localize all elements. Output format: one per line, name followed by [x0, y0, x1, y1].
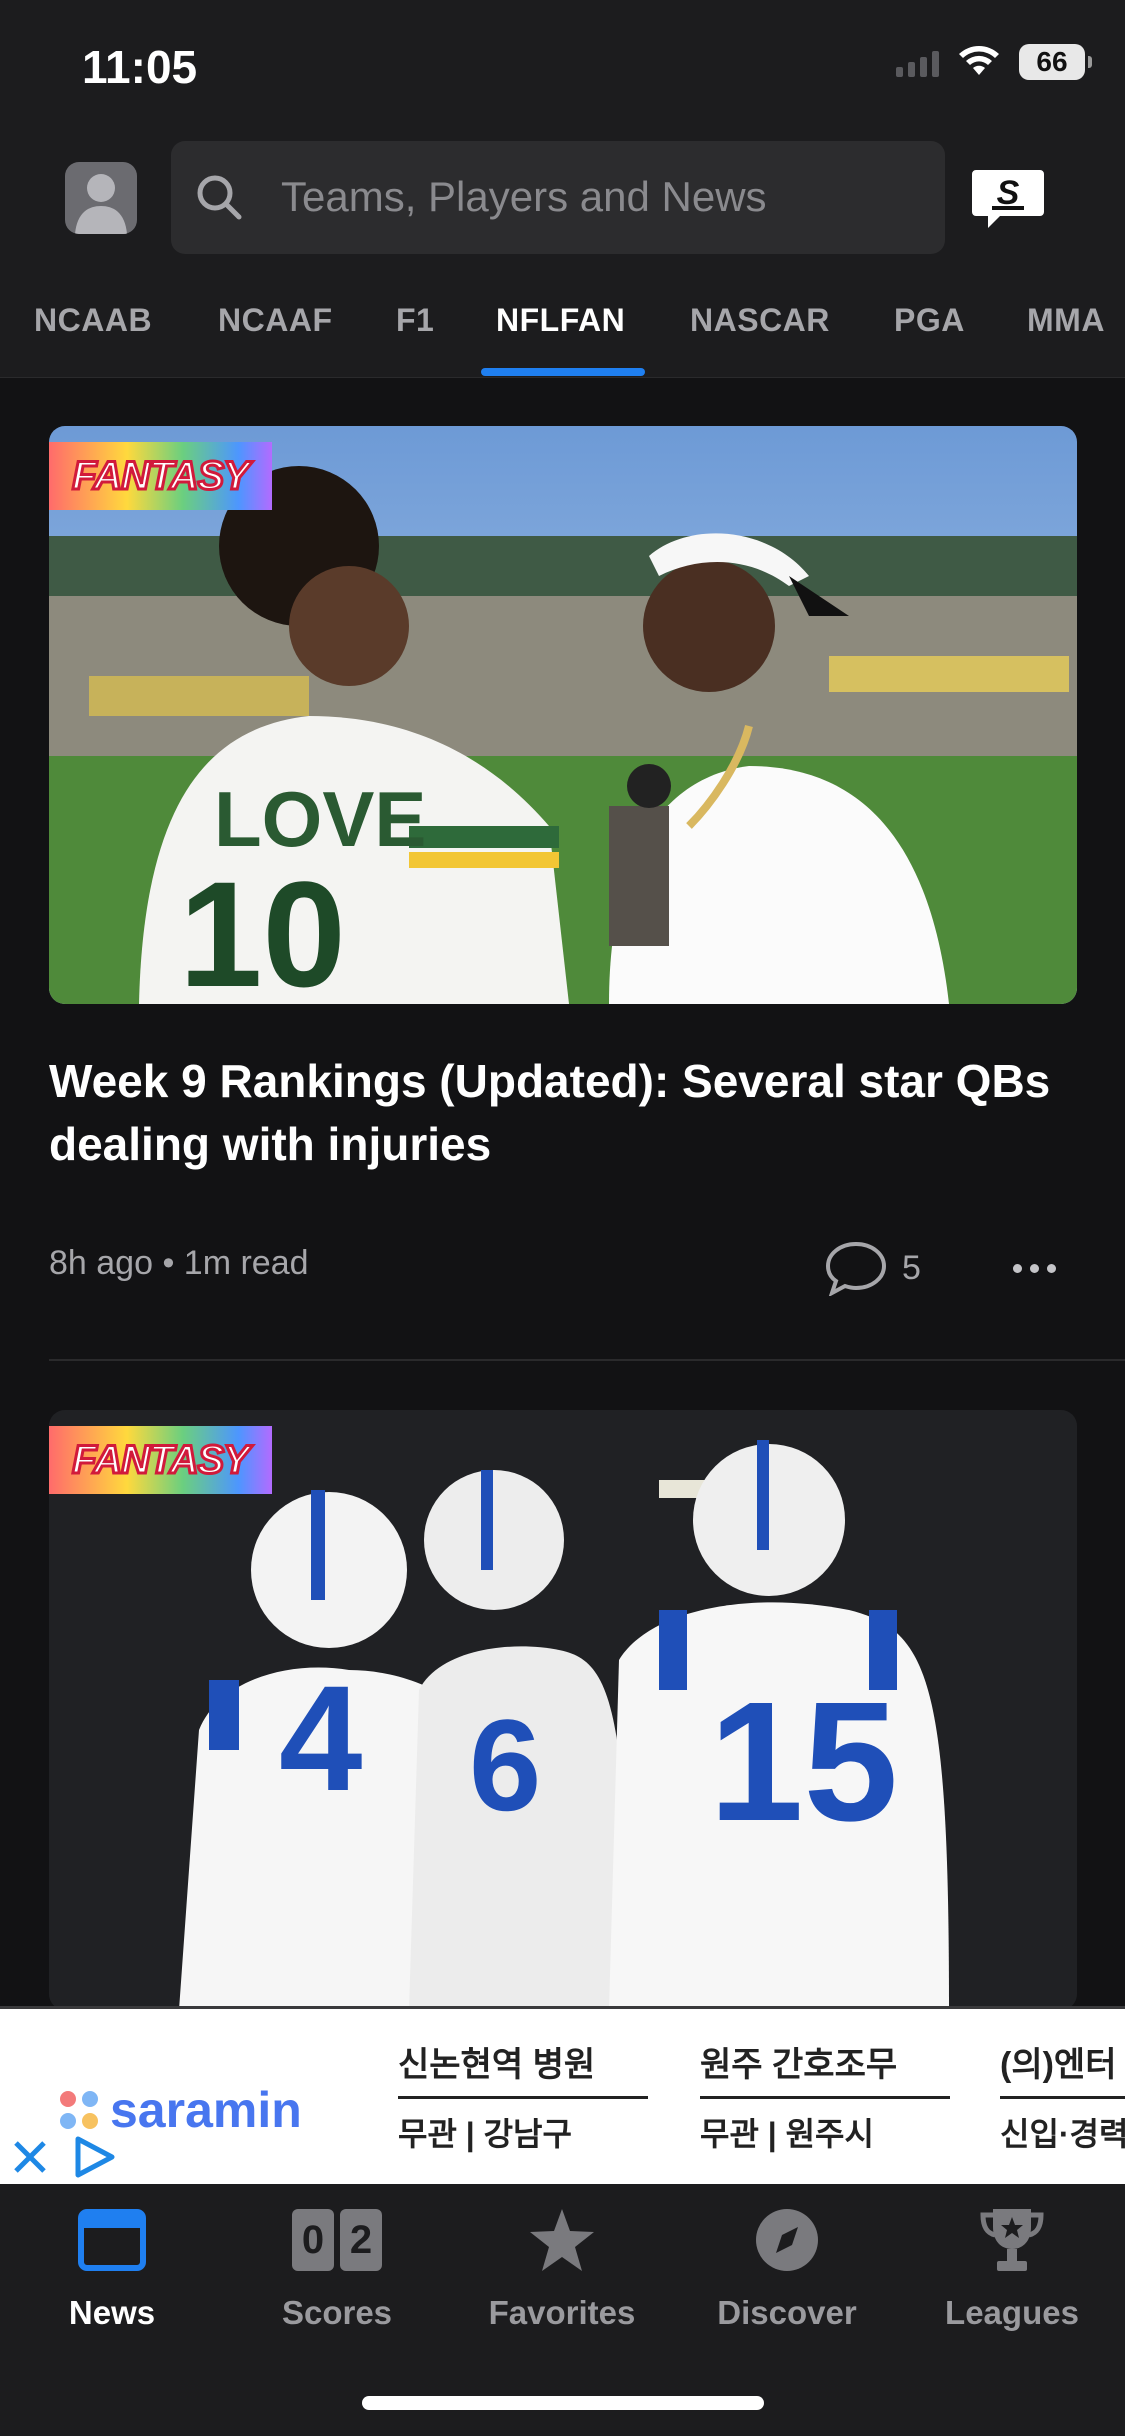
tab-mma[interactable]: MMA — [1027, 302, 1105, 339]
article-image[interactable]: 4 6 15 FANTASY — [49, 1410, 1077, 2006]
compass-icon — [756, 2209, 818, 2271]
tab-ncaab[interactable]: NCAAB — [34, 302, 152, 339]
nav-label: Leagues — [945, 2294, 1079, 2331]
comment-count: 5 — [902, 1248, 921, 1287]
tab-pga[interactable]: PGA — [894, 302, 965, 339]
article-photo: LOVE 10 — [49, 426, 1077, 1004]
ad-job-title: 신논현역 병원 — [398, 2037, 648, 2099]
nav-favorites[interactable]: Favorites — [462, 2204, 662, 2332]
fantasy-badge: FANTASY — [49, 1426, 272, 1494]
league-tab-bar: NCAAB NCAAF F1 NFLFAN NASCAR PGA MMA — [0, 260, 1125, 378]
ad-job-sub: 무관 | 강남구 — [398, 2116, 572, 2152]
nav-leagues[interactable]: Leagues — [912, 2204, 1112, 2332]
svg-text:10: 10 — [179, 850, 346, 1004]
saramin-logo: saramin — [60, 2081, 302, 2139]
svg-text:15: 15 — [709, 1667, 898, 1857]
nav-label: News — [68, 2294, 156, 2331]
ad-job-sub: 신입·경력 — [1000, 2116, 1125, 2152]
tab-nflfan[interactable]: NFLFAN — [496, 302, 625, 339]
fantasy-badge: FANTASY — [49, 442, 272, 510]
trophy-icon — [980, 2209, 1044, 2271]
ad-job-title: 원주 간호조무 — [700, 2037, 950, 2099]
ad-brand: saramin — [110, 2082, 302, 2138]
scores-icon: 02 — [292, 2209, 382, 2271]
comments-button[interactable]: 5 — [824, 1240, 921, 1296]
user-icon — [75, 174, 127, 234]
ad-job-title: (의)엔터 — [1000, 2037, 1125, 2099]
article-headline[interactable]: Week 9 Rankings (Updated): Several star … — [49, 1050, 1069, 1176]
home-indicator[interactable] — [362, 2396, 764, 2410]
star-icon — [530, 2209, 594, 2271]
nav-scores[interactable]: 02 Scores — [237, 2204, 437, 2332]
active-tab-indicator — [481, 368, 645, 376]
nav-label: Scores — [281, 2294, 393, 2331]
ad-job-listing[interactable]: 원주 간호조무 무관 | 원주시 — [700, 2037, 950, 2155]
nav-news[interactable]: News — [12, 2204, 212, 2332]
search-bar[interactable] — [171, 141, 945, 254]
article-meta: 8h ago • 1m read — [49, 1244, 309, 1282]
ad-job-listing[interactable]: 신논현역 병원 무관 | 강남구 — [398, 2037, 648, 2155]
status-bar: 11:05 66 — [0, 0, 1125, 130]
news-icon — [78, 2209, 146, 2271]
article-image[interactable]: LOVE 10 FANTASY — [49, 426, 1077, 1004]
ad-job-sub: 무관 | 원주시 — [700, 2116, 874, 2152]
svg-text:6: 6 — [469, 1692, 541, 1838]
profile-avatar[interactable] — [65, 162, 137, 234]
article-photo: 4 6 15 — [49, 1410, 1077, 2006]
article-divider — [49, 1359, 1125, 1361]
nav-label: Favorites — [488, 2294, 636, 2331]
wifi-icon — [959, 46, 999, 75]
cellular-signal-icon — [896, 47, 939, 77]
nav-label: Discover — [717, 2294, 857, 2331]
tab-nascar[interactable]: NASCAR — [690, 302, 830, 339]
comment-icon — [825, 1241, 887, 1296]
search-input[interactable] — [281, 165, 921, 229]
ad-banner[interactable]: saramin 신논현역 병원 무관 | 강남구 원주 간호조무 무관 | 원주… — [0, 2006, 1125, 2184]
ad-job-listing[interactable]: (의)엔터 신입·경력 — [1000, 2037, 1125, 2155]
news-feed[interactable]: LOVE 10 FANTASY Week 9 Rankings (Updated… — [0, 378, 1125, 2006]
battery-icon: 66 — [1019, 44, 1092, 80]
status-time: 11:05 — [82, 41, 198, 93]
tab-ncaaf[interactable]: NCAAF — [218, 302, 332, 339]
ad-close-icon[interactable] — [12, 2139, 48, 2175]
saramin-dots-icon — [60, 2091, 98, 2129]
tab-f1[interactable]: F1 — [396, 302, 434, 339]
search-icon — [197, 175, 242, 220]
status-indicators: 66 — [896, 44, 1092, 80]
more-options-icon[interactable] — [1013, 1264, 1056, 1273]
svg-text:4: 4 — [279, 1654, 362, 1822]
adchoices-icon[interactable] — [72, 2135, 118, 2179]
nav-discover[interactable]: Discover — [687, 2204, 887, 2332]
app-header: S — [0, 130, 1125, 260]
chat-brand-icon[interactable]: S — [970, 168, 1046, 230]
